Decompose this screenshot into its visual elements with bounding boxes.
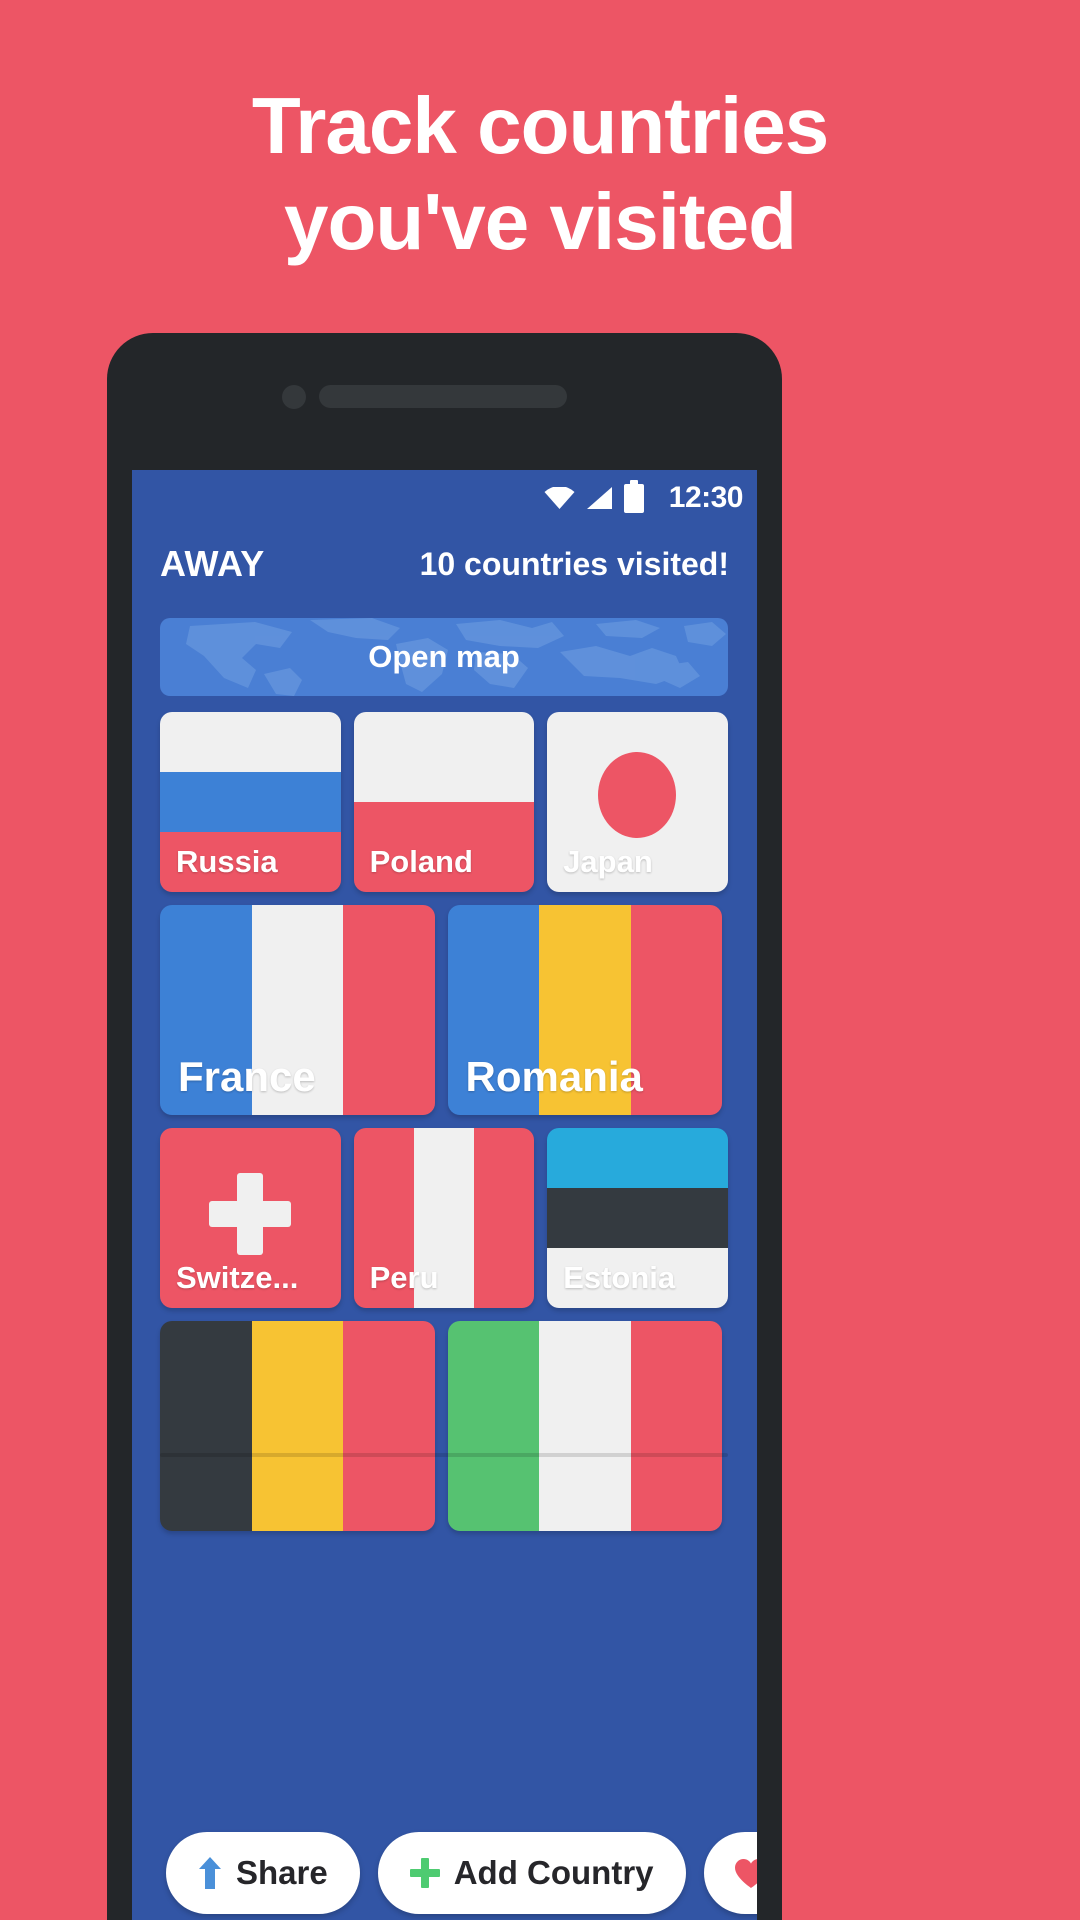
flag-band [474,1128,535,1308]
app-screen: 12:30 AWAY 10 countries visited! Open ma… [132,470,757,1920]
country-tile-russia[interactable]: Russia [160,712,341,892]
country-row-2: France Romania [160,905,728,1115]
country-tile-japan[interactable]: Japan [547,712,728,892]
headline-line-1: Track countries [251,81,829,170]
country-name: Estonia [563,1260,676,1295]
country-name: Japan [563,844,653,879]
country-grid: Russia Poland Japan France Romania Switz… [160,712,728,1531]
flag-band [160,712,341,772]
app-title: AWAY [160,543,265,584]
earpiece-speaker-icon [319,385,567,408]
status-bar-icons: 12:30 [544,479,744,515]
cell-signal-icon [586,487,612,509]
country-row-4 [160,1321,728,1531]
battery-full-icon [623,479,644,513]
flag-band [251,1321,343,1531]
country-tile-switzerland[interactable]: Switze... [160,1128,341,1308]
flag-band [343,1321,435,1531]
phone-mockup: 12:30 AWAY 10 countries visited! Open ma… [107,333,782,1920]
visited-count-label: 10 countries visited! [419,545,729,582]
flag-italy [447,1321,722,1531]
camera-dot-icon [282,385,306,409]
flag-band [539,1321,631,1531]
flag-band [343,905,435,1115]
open-map-label: Open map [368,639,520,674]
country-tile-peru[interactable]: Peru [353,1128,535,1308]
country-tile-belgium[interactable] [160,1321,435,1531]
country-tile-poland[interactable]: Poland [353,712,535,892]
grid-bottom-divider [160,1453,728,1457]
rising-sun-circle-icon [598,751,677,838]
country-name: Switze... [176,1260,299,1295]
wifi-icon [544,487,575,509]
arrow-up-icon [199,1857,221,1889]
country-tile-italy[interactable] [447,1321,722,1531]
flag-band [447,1321,539,1531]
flag-band [547,1128,728,1188]
favorite-button[interactable] [703,1832,757,1914]
status-bar-time: 12:30 [668,481,744,514]
flag-band [547,1188,728,1248]
flag-band [630,905,722,1115]
add-country-label: Add Country [453,1854,654,1891]
status-bar: 12:30 [132,470,757,526]
country-name: Russia [176,844,278,879]
open-map-button[interactable]: Open map [160,618,728,696]
country-name: Poland [369,844,473,879]
promo-headline: Track countries you've visited [0,78,1080,270]
share-button[interactable]: Share [166,1832,360,1914]
headline-line-2: you've visited [284,177,797,266]
action-bar: Share Add Country [132,1793,757,1920]
plus-icon [409,1858,440,1888]
app-bar: AWAY 10 countries visited! [132,526,757,602]
country-tile-france[interactable]: France [160,905,435,1115]
flag-band [160,772,341,832]
add-country-button[interactable]: Add Country [377,1832,686,1914]
flag-band [160,1321,252,1531]
country-name: France [178,1053,316,1100]
flag-band [630,1321,722,1531]
country-name: Peru [369,1260,439,1295]
country-name: Romania [465,1053,643,1100]
flag-band [353,712,535,802]
country-tile-estonia[interactable]: Estonia [547,1128,728,1308]
heart-icon [734,1858,757,1888]
country-row-3: Switze... Peru Estonia [160,1128,728,1308]
flag-belgium [160,1321,435,1531]
country-tile-romania[interactable]: Romania [447,905,722,1115]
share-label: Share [236,1854,328,1891]
country-row-1: Russia Poland Japan [160,712,728,892]
